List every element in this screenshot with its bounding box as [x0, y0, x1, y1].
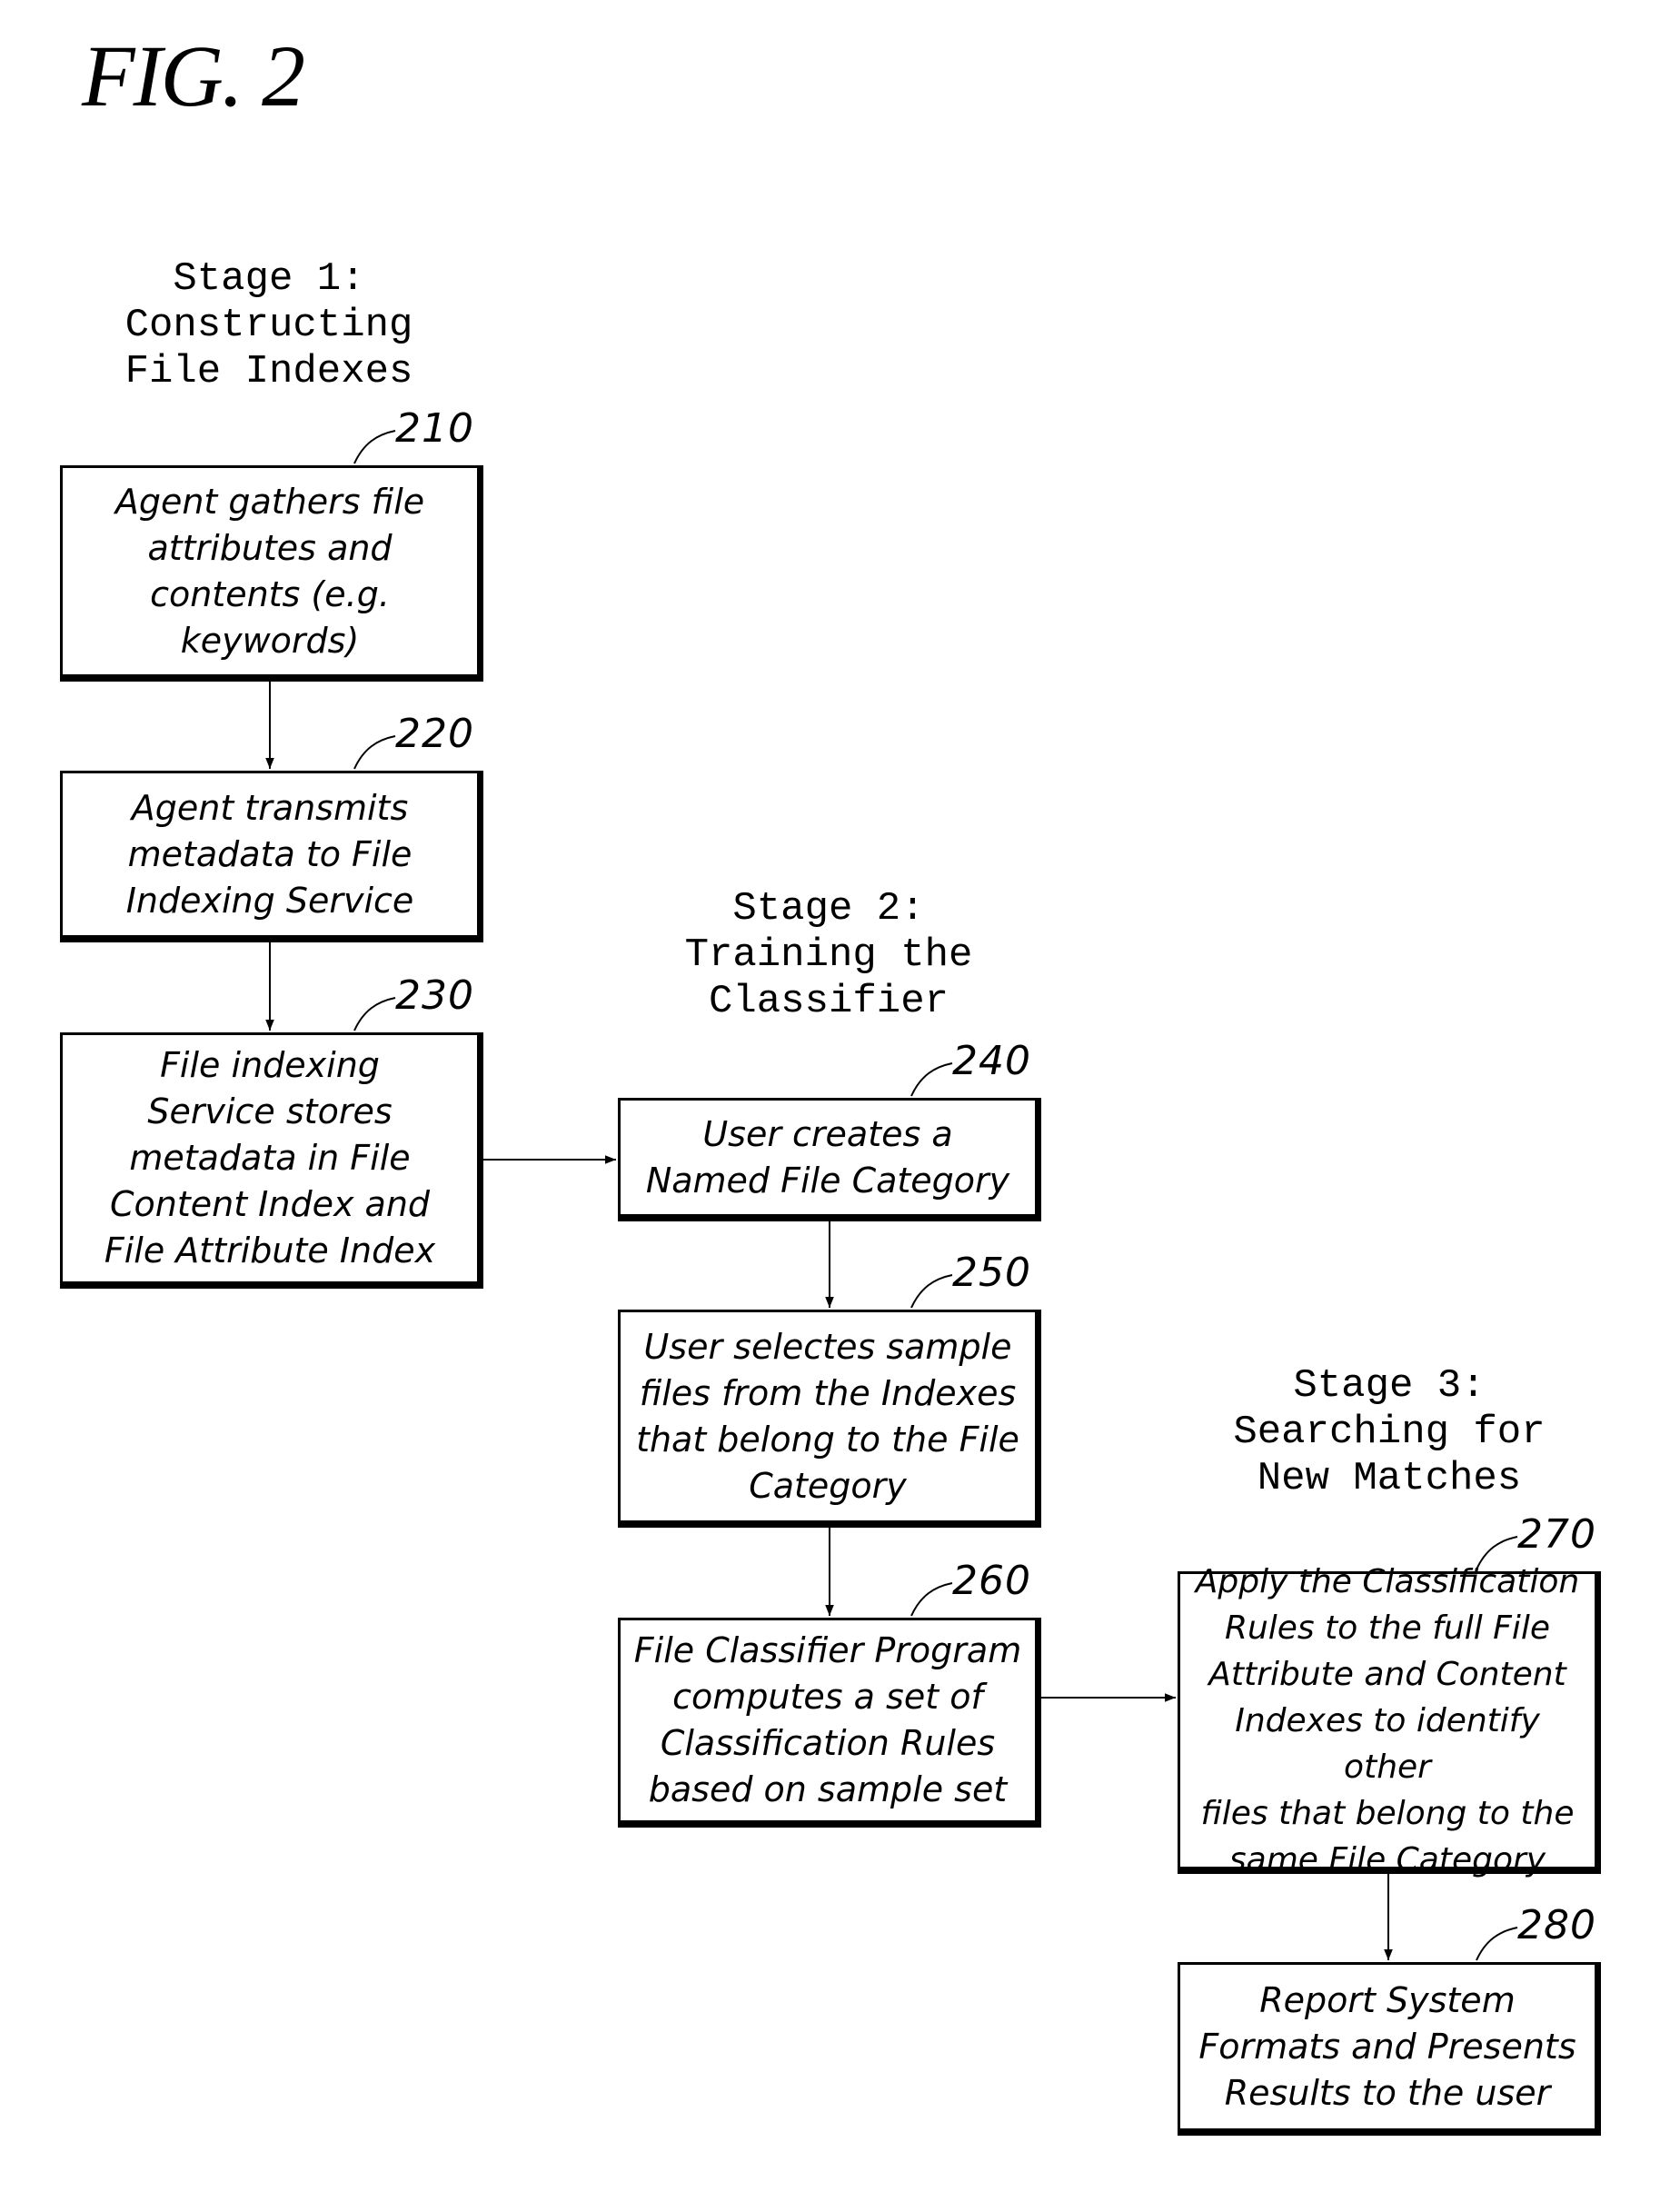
ref-numeral-280: 280: [1517, 1902, 1596, 1948]
leader-line-260: [910, 1582, 953, 1617]
step-text-210: Agent gathers file attributes and conten…: [114, 481, 425, 661]
ref-numeral-260: 260: [952, 1558, 1031, 1604]
step-text-260: File Classifier Program computes a set o…: [633, 1630, 1022, 1809]
step-box-280: Report System Formats and Presents Resul…: [1178, 1962, 1601, 2136]
step-text-240: User creates a Named File Category: [645, 1113, 1010, 1201]
step-box-230: File indexing Service stores metadata in…: [60, 1032, 483, 1289]
ref-numeral-270: 270: [1517, 1511, 1596, 1558]
step-box-220: Agent transmits metadata to File Indexin…: [60, 771, 483, 942]
ref-numeral-230: 230: [395, 972, 474, 1019]
step-text-230: File indexing Service stores metadata in…: [104, 1045, 436, 1270]
ref-numeral-220: 220: [395, 711, 474, 757]
step-box-260: File Classifier Program computes a set o…: [618, 1618, 1041, 1828]
ref-numeral-210: 210: [395, 405, 474, 452]
leader-line-230: [353, 997, 396, 1031]
step-box-270: Apply the Classification Rules to the fu…: [1178, 1563, 1601, 1878]
step-text-270: Apply the Classification Rules to the fu…: [1195, 1562, 1580, 1878]
step-text-280: Report System Formats and Presents Resul…: [1198, 1979, 1576, 2113]
ref-numeral-250: 250: [952, 1250, 1031, 1296]
ref-numeral-240: 240: [952, 1038, 1031, 1084]
leader-line-210: [353, 430, 396, 464]
leader-line-220: [353, 735, 396, 770]
step-text-250: User selectes sample files from the Inde…: [636, 1326, 1019, 1506]
step-box-210: Agent gathers file attributes and conten…: [60, 465, 483, 682]
step-text-220: Agent transmits metadata to File Indexin…: [125, 787, 414, 921]
leader-line-250: [910, 1274, 953, 1309]
step-box-250: User selectes sample files from the Inde…: [618, 1310, 1041, 1528]
leader-line-280: [1476, 1927, 1518, 1961]
leader-line-240: [910, 1062, 953, 1097]
step-box-240: User creates a Named File Category: [618, 1098, 1041, 1221]
